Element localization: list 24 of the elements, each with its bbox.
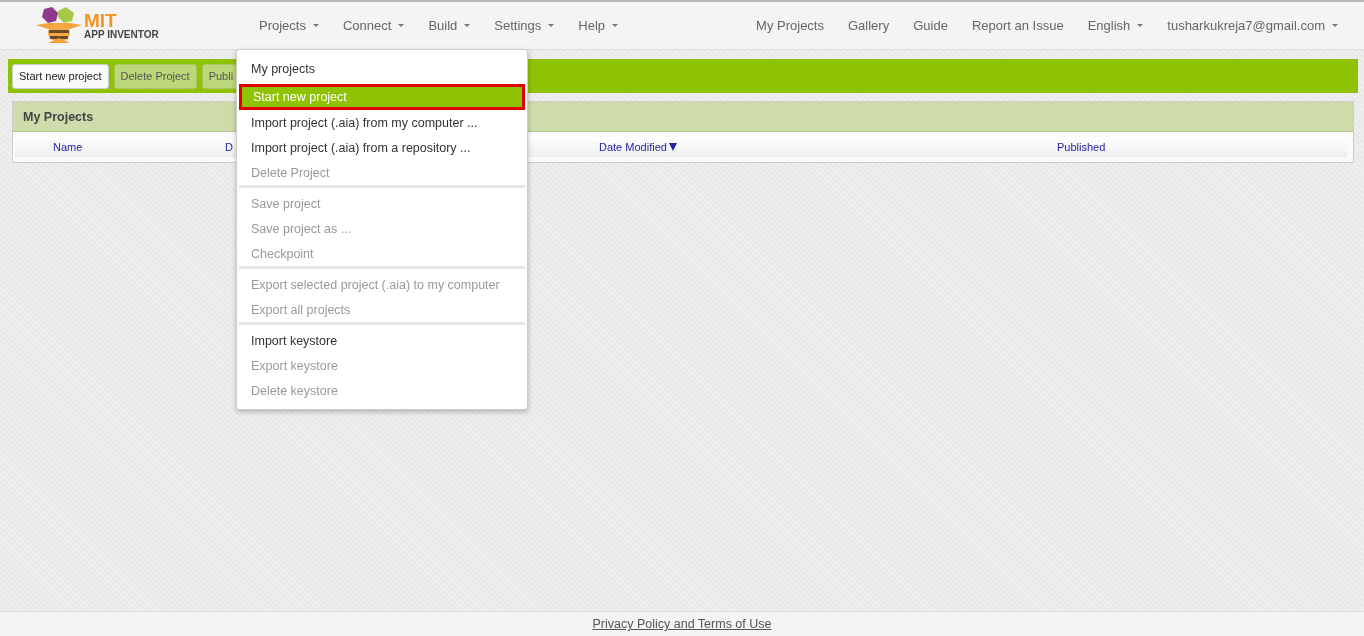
bee-logo-icon bbox=[36, 6, 82, 45]
column-header[interactable]: Published bbox=[1057, 141, 1106, 153]
nav-link[interactable]: Guide bbox=[901, 18, 960, 33]
column-header[interactable]: Date Modified bbox=[599, 141, 677, 153]
column-header[interactable]: Name bbox=[53, 141, 83, 153]
column-header[interactable]: D bbox=[225, 141, 233, 153]
nav-menu-item[interactable]: Settings bbox=[482, 18, 567, 33]
logo-title: MIT bbox=[84, 11, 117, 30]
logo-subtitle: APP INVENTOR bbox=[84, 30, 159, 40]
nav-menu-item[interactable]: Projects bbox=[247, 18, 331, 33]
nav-link[interactable]: tusharkukreja7@gmail.com bbox=[1155, 18, 1350, 33]
sort-down-icon bbox=[668, 143, 677, 151]
nav-menu-item[interactable]: Help bbox=[566, 18, 631, 33]
privacy-link[interactable]: Privacy Policy and Terms of Use bbox=[592, 617, 772, 631]
menu-item[interactable]: Import project (.aia) from my computer ... bbox=[237, 110, 527, 135]
nav-link[interactable]: My Projects bbox=[744, 18, 836, 33]
nav-link[interactable]: Report an Issue bbox=[959, 18, 1076, 33]
nav-link[interactable]: English bbox=[1075, 18, 1156, 33]
nav-link[interactable]: Gallery bbox=[836, 18, 902, 33]
nav-menu-item[interactable]: Build bbox=[416, 18, 483, 33]
menu-item[interactable]: Import project (.aia) from a repository ... bbox=[237, 135, 527, 160]
toolbar-button[interactable]: Start new project bbox=[12, 63, 109, 89]
nav-menu-item[interactable]: Connect bbox=[330, 18, 417, 33]
menu-item[interactable]: Import keystore bbox=[239, 328, 525, 353]
